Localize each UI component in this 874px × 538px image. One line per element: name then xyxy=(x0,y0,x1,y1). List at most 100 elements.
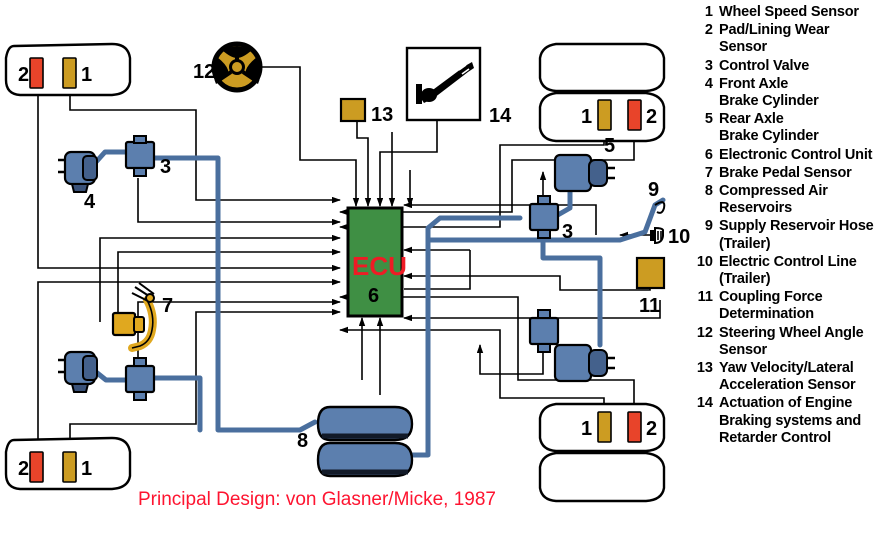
legend-number: 7 xyxy=(704,164,713,181)
legend-item: 10 Electric Control Line (Trailer) xyxy=(694,254,874,288)
diagram-page: 2 1 2 1 1 2 1 2 4 3 5 3 12 13 14 7 8 9 1… xyxy=(0,0,874,538)
wire-right-aux xyxy=(403,300,661,322)
pad-wear-sensor-br xyxy=(627,411,642,443)
callout-10: 10 xyxy=(668,226,690,248)
electric-control-line-icon: 10 xyxy=(650,226,690,248)
wire-valve-r-bottom xyxy=(476,344,544,375)
callout-bl-gold: 1 xyxy=(81,458,92,480)
control-valve-right-top: 3 xyxy=(528,195,573,243)
legend-number: 11 xyxy=(697,289,713,306)
callout-13: 13 xyxy=(371,104,393,126)
wheel-rear-right-bottom: 1 2 xyxy=(538,402,666,503)
callout-bl-red: 2 xyxy=(18,458,29,480)
brake-cylinder-rear-top: 5 xyxy=(553,135,615,193)
brake-cylinder-front-top: 4 xyxy=(58,150,98,213)
callout-cylinder-5: 5 xyxy=(604,135,615,157)
legend-line-1: Brake Pedal Sensor xyxy=(719,164,852,181)
callout-9: 9 xyxy=(648,179,659,201)
legend-text: Wheel Speed Sensor xyxy=(719,4,859,21)
brake-pedal-sensor-icon: 7 xyxy=(111,282,173,352)
callout-11: 11 xyxy=(639,295,660,317)
control-valve-top-left: 3 xyxy=(124,135,171,178)
legend-line-3: Retarder Control xyxy=(719,429,832,446)
wheel-speed-sensor-br xyxy=(597,411,612,443)
callout-br-gold: 1 xyxy=(581,418,592,440)
legend-line-1: Actuation of Engine xyxy=(719,395,853,412)
wheel-front-left: 2 1 xyxy=(4,42,132,97)
legend-item: 9 Supply Reservoir Hose (Trailer) xyxy=(694,218,874,252)
legend-line-2: Braking systems and xyxy=(719,412,862,429)
legend-text: Pad/Lining Wear Sensor xyxy=(719,22,830,56)
legend-line-2: Brake Cylinder xyxy=(719,128,819,145)
legend-text: Control Valve xyxy=(719,58,809,75)
legend-number: 1 xyxy=(704,4,713,20)
callout-br-red: 2 xyxy=(646,418,657,440)
brake-cylinder-front-bottom xyxy=(58,350,98,393)
callout-12: 12 xyxy=(193,61,215,83)
pipe-tl-cyl-valve xyxy=(93,149,129,165)
legend-text: Front Axle Brake Cylinder xyxy=(719,76,819,110)
ecu-block: ECU 6 xyxy=(346,206,407,318)
pipe-bl-valve-trunk xyxy=(149,375,203,433)
legend-line-1: Steering Wheel Angle xyxy=(719,324,864,341)
pad-wear-sensor-fl xyxy=(29,57,44,89)
legend-item: 6 Electronic Control Unit xyxy=(694,147,874,164)
legend-line-1: Wheel Speed Sensor xyxy=(719,4,859,20)
legend-number: 6 xyxy=(704,146,713,163)
wire-right-aux3 xyxy=(404,250,471,290)
coupling-force-determination-icon: 11 xyxy=(635,256,666,317)
legend-line-2: (Trailer) xyxy=(719,235,771,252)
callout-tr-red: 2 xyxy=(646,106,657,128)
legend-number: 4 xyxy=(704,75,713,92)
legend-item: 2 Pad/Lining Wear Sensor xyxy=(694,22,874,56)
control-valve-right-bottom xyxy=(528,309,560,353)
legend-text: Yaw Velocity/Lateral Acceleration Sensor xyxy=(719,360,856,394)
brake-cylinder-rear-bottom xyxy=(553,343,615,383)
legend-line-2: (Trailer) xyxy=(719,271,771,288)
pad-wear-sensor-bl xyxy=(29,451,44,483)
wheel-rear-right-top: 1 2 xyxy=(538,42,666,143)
design-credit-caption: Principal Design: von Glasner/Micke, 198… xyxy=(138,489,497,510)
legend-text: Actuation of Engine Braking systems and … xyxy=(719,395,861,447)
wire-yaw-sensor xyxy=(356,120,372,207)
wire-coupling-force xyxy=(403,262,651,291)
legend-number: 2 xyxy=(704,22,713,39)
legend-line-1: Electric Control Line xyxy=(719,253,857,270)
callout-tl-red: 2 xyxy=(18,64,29,86)
legend-item: 5 Rear Axle Brake Cylinder xyxy=(694,111,874,145)
engine-brake-actuation-icon: 14 xyxy=(405,46,512,127)
legend-item: 1 Wheel Speed Sensor xyxy=(694,4,874,21)
legend-line-2: Reservoirs xyxy=(719,200,792,217)
yaw-velocity-sensor-icon: 13 xyxy=(339,97,393,126)
legend-line-1: Rear Axle xyxy=(719,111,784,128)
legend-line-1: Electronic Control Unit xyxy=(719,146,873,163)
legend-text: Steering Wheel Angle Sensor xyxy=(719,325,864,359)
legend-item: 8 Compressed Air Reservoirs xyxy=(694,183,874,217)
legend-number: 12 xyxy=(696,324,713,341)
wire-bl-speed xyxy=(69,308,341,440)
legend-number: 13 xyxy=(696,360,713,377)
legend-text: Supply Reservoir Hose (Trailer) xyxy=(719,218,874,252)
callout-valve-3-right: 3 xyxy=(562,221,573,243)
wheel-speed-sensor-tr xyxy=(597,99,612,131)
legend-line-1: Yaw Velocity/Lateral xyxy=(719,360,854,377)
callout-7: 7 xyxy=(162,295,173,317)
compressed-air-reservoirs: 8 xyxy=(297,405,414,478)
callout-valve-3-top: 3 xyxy=(160,156,171,178)
legend-line-1: Coupling Force xyxy=(719,289,823,306)
control-valve-bottom-left xyxy=(124,357,156,401)
legend-text: Electronic Control Unit xyxy=(719,147,872,164)
legend-text: Coupling Force Determination xyxy=(719,289,823,323)
legend-line-1: Supply Reservoir Hose xyxy=(719,218,874,235)
legend-text: Electric Control Line (Trailer) xyxy=(719,254,857,288)
legend-item: 3 Control Valve xyxy=(694,58,874,75)
pipe-bl-cyl-valve xyxy=(93,369,129,383)
wheel-front-left-2: 2 1 xyxy=(4,436,132,491)
legend-line-2: Sensor xyxy=(719,39,767,56)
steering-wheel-angle-sensor-icon: 12 xyxy=(193,41,263,93)
legend-number: 5 xyxy=(704,111,713,128)
ecu-label: ECU xyxy=(352,251,407,281)
callout-14: 14 xyxy=(489,105,512,127)
legend-text: Compressed Air Reservoirs xyxy=(719,183,828,217)
legend-item: 11 Coupling Force Determination xyxy=(694,289,874,323)
